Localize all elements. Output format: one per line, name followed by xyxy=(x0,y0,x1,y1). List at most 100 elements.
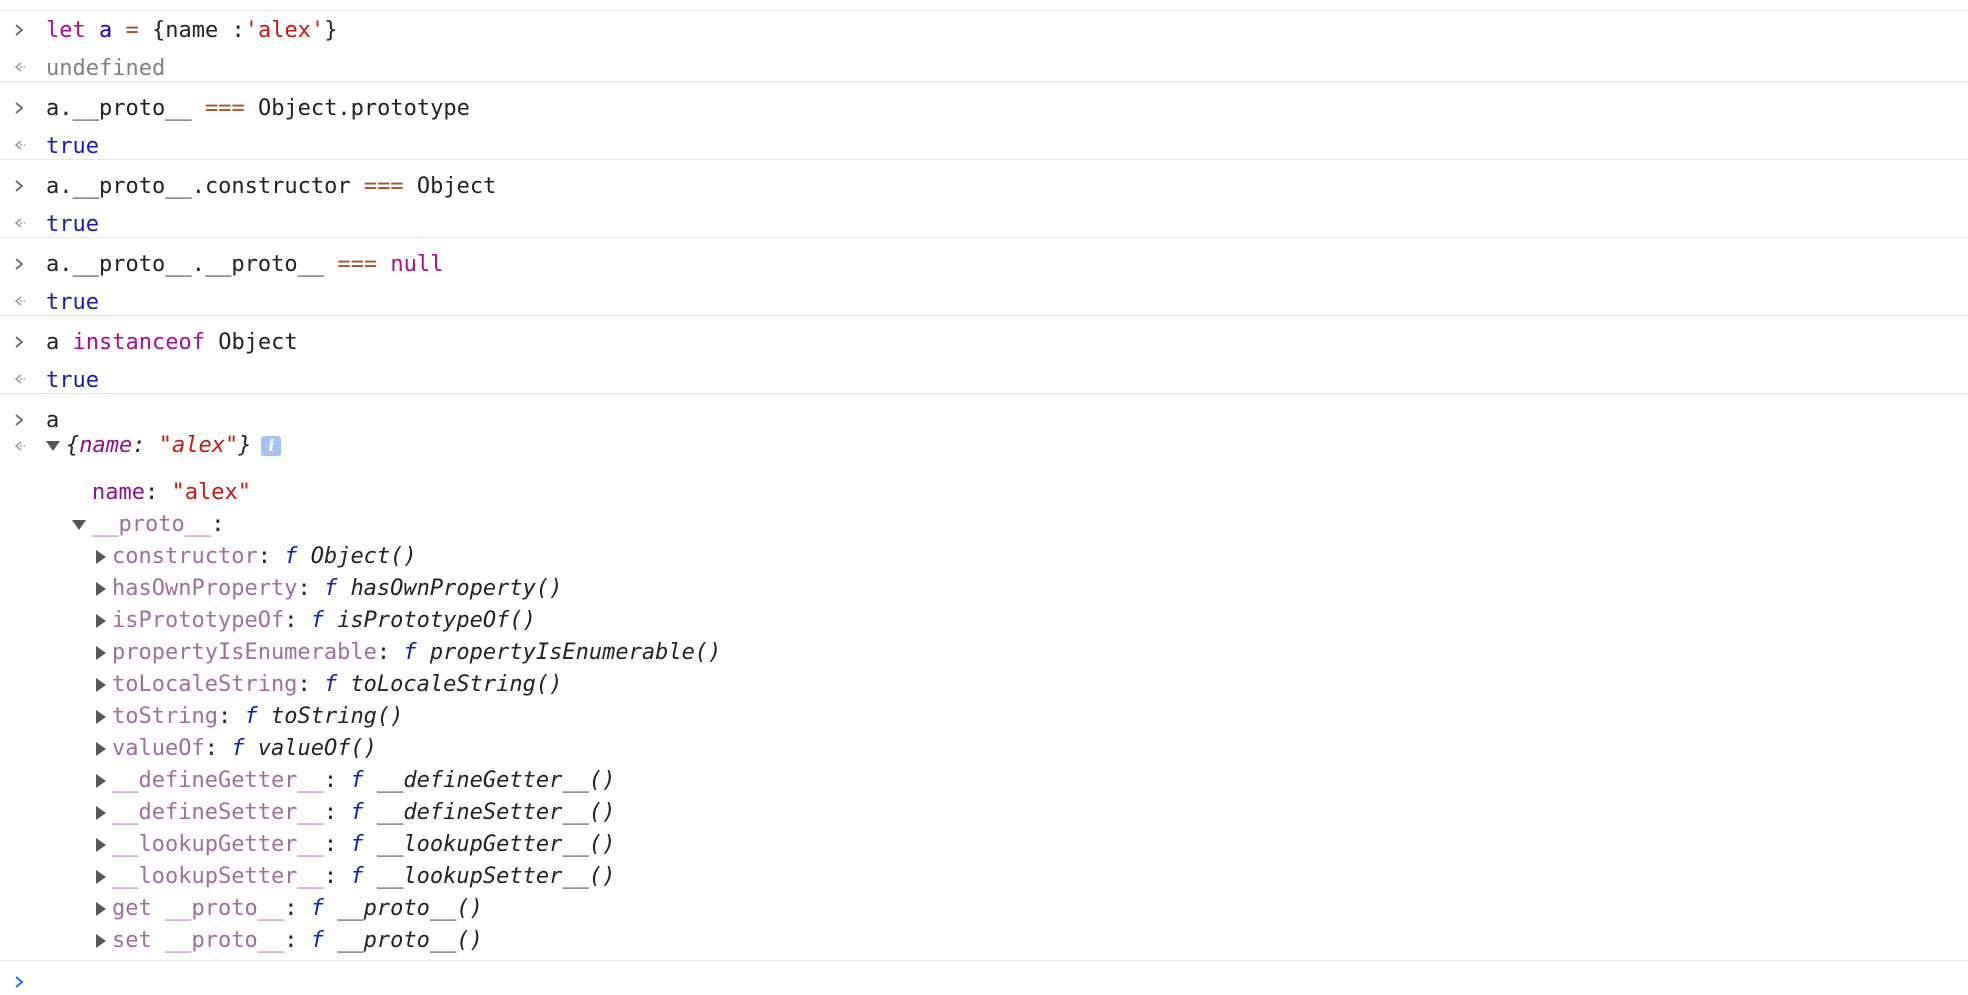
output-chevron-icon xyxy=(14,283,28,322)
output-value: true xyxy=(46,290,99,315)
code-token: Object.prototype xyxy=(244,96,470,121)
proto-member-row[interactable]: __defineGetter__: f __defineGetter__() xyxy=(96,765,615,797)
member-function: valueOf() xyxy=(257,736,377,761)
code-token: let xyxy=(46,18,99,43)
collapse-triangle-icon[interactable] xyxy=(96,710,106,724)
entry-separator xyxy=(0,315,1968,316)
function-glyph: f xyxy=(350,800,364,825)
console-output-entry: true xyxy=(0,127,1968,166)
output-value: true xyxy=(46,134,99,159)
proto-member-row[interactable]: hasOwnProperty: f hasOwnProperty() xyxy=(96,573,562,605)
object-preview-row[interactable]: {name: "alex"} i xyxy=(14,430,282,462)
console-input-entry[interactable]: a.__proto__ === Object.prototype xyxy=(0,89,1968,128)
member-colon: : xyxy=(284,608,311,633)
member-name: set __proto__ xyxy=(112,928,285,953)
proto-member-row[interactable]: valueOf: f valueOf() xyxy=(96,733,377,765)
collapse-triangle-icon[interactable] xyxy=(96,838,106,852)
info-icon[interactable]: i xyxy=(261,436,282,456)
collapse-triangle-icon[interactable] xyxy=(96,582,106,596)
property-value: "alex" xyxy=(171,480,251,505)
input-chevron-icon xyxy=(14,167,28,206)
object-preview-part: : xyxy=(132,433,159,458)
collapse-triangle-icon[interactable] xyxy=(96,902,106,916)
function-glyph: f xyxy=(350,768,364,793)
input-prompt-icon xyxy=(14,970,24,995)
proto-member-row[interactable]: __lookupSetter__: f __lookupSetter__() xyxy=(96,861,615,893)
console-input[interactable] xyxy=(0,960,1968,993)
code-token: === xyxy=(337,252,378,277)
output-value: true xyxy=(46,212,99,237)
entry-separator xyxy=(0,237,1968,238)
code-token: a.__proto__.__proto__ xyxy=(46,252,338,277)
function-glyph: f xyxy=(350,832,364,857)
member-function: propertyIsEnumerable() xyxy=(429,640,722,665)
member-function: toLocaleString() xyxy=(350,672,563,697)
proto-member-row[interactable]: toString: f toString() xyxy=(96,701,403,733)
input-chevron-icon xyxy=(14,323,28,362)
proto-row[interactable]: __proto__: xyxy=(72,509,224,541)
code-token: Object xyxy=(204,330,298,355)
code-token: === xyxy=(204,96,245,121)
proto-member-row[interactable]: __defineSetter__: f __defineSetter__() xyxy=(96,797,615,829)
collapse-triangle-icon[interactable] xyxy=(96,614,106,628)
proto-member-row[interactable]: toLocaleString: f toLocaleString() xyxy=(96,669,562,701)
property-colon: : xyxy=(211,512,225,537)
member-colon: : xyxy=(284,896,311,921)
function-glyph: f xyxy=(231,736,245,761)
code-token: a xyxy=(98,18,113,43)
console-input-entry[interactable]: a.__proto__.constructor === Object xyxy=(0,167,1968,206)
member-colon: : xyxy=(284,928,311,953)
proto-member-row[interactable]: set __proto__: f __proto__() xyxy=(96,925,483,957)
member-name: get __proto__ xyxy=(112,896,285,921)
object-preview-part: name xyxy=(79,433,133,458)
member-name: toString xyxy=(112,704,218,729)
collapse-triangle-icon[interactable] xyxy=(96,806,106,820)
proto-member-row[interactable]: constructor: f Object() xyxy=(96,541,417,573)
console-input-entry[interactable]: a xyxy=(0,401,1968,440)
code-token: instanceof xyxy=(72,330,205,355)
console-input-entry[interactable]: a.__proto__.__proto__ === null xyxy=(0,245,1968,284)
output-chevron-icon xyxy=(14,127,28,166)
collapse-triangle-icon[interactable] xyxy=(96,870,106,884)
output-value: true xyxy=(46,368,99,393)
member-name: __lookupGetter__ xyxy=(112,832,324,857)
console-output-entry: true xyxy=(0,361,1968,400)
property-name: name xyxy=(92,480,145,505)
expand-triangle-icon[interactable] xyxy=(46,441,60,451)
property-colon: : xyxy=(144,480,172,505)
code-token: null xyxy=(377,252,444,277)
member-name: __lookupSetter__ xyxy=(112,864,324,889)
expand-triangle-icon[interactable] xyxy=(72,520,86,530)
proto-member-row[interactable]: isPrototypeOf: f isPrototypeOf() xyxy=(96,605,536,637)
console-output-entry: true xyxy=(0,283,1968,322)
collapse-triangle-icon[interactable] xyxy=(96,774,106,788)
function-glyph: f xyxy=(350,864,364,889)
collapse-triangle-icon[interactable] xyxy=(96,934,106,948)
object-preview-part: "alex" xyxy=(158,433,239,458)
console-input-entry[interactable]: let a = {name :'alex'} xyxy=(0,11,1968,50)
object-preview-part: { xyxy=(66,433,80,458)
console-output-entry: undefined xyxy=(0,49,1968,88)
collapse-triangle-icon[interactable] xyxy=(96,646,106,660)
collapse-triangle-icon[interactable] xyxy=(96,678,106,692)
collapse-triangle-icon[interactable] xyxy=(96,550,106,564)
member-name: __defineSetter__ xyxy=(112,800,324,825)
function-glyph: f xyxy=(323,576,338,601)
proto-member-row[interactable]: propertyIsEnumerable: f propertyIsEnumer… xyxy=(96,637,721,669)
console-input-entry[interactable]: a instanceof Object xyxy=(0,323,1968,362)
input-chevron-icon xyxy=(14,245,28,284)
function-glyph: f xyxy=(323,672,338,697)
member-function: __proto__() xyxy=(337,896,483,921)
collapse-triangle-icon[interactable] xyxy=(96,742,106,756)
member-colon: : xyxy=(323,864,351,889)
output-chevron-icon xyxy=(14,430,46,462)
proto-member-row[interactable]: get __proto__: f __proto__() xyxy=(96,893,483,925)
proto-member-row[interactable]: __lookupGetter__: f __lookupGetter__() xyxy=(96,829,615,861)
function-glyph: f xyxy=(284,544,298,569)
input-code: a instanceof Object xyxy=(46,323,298,362)
